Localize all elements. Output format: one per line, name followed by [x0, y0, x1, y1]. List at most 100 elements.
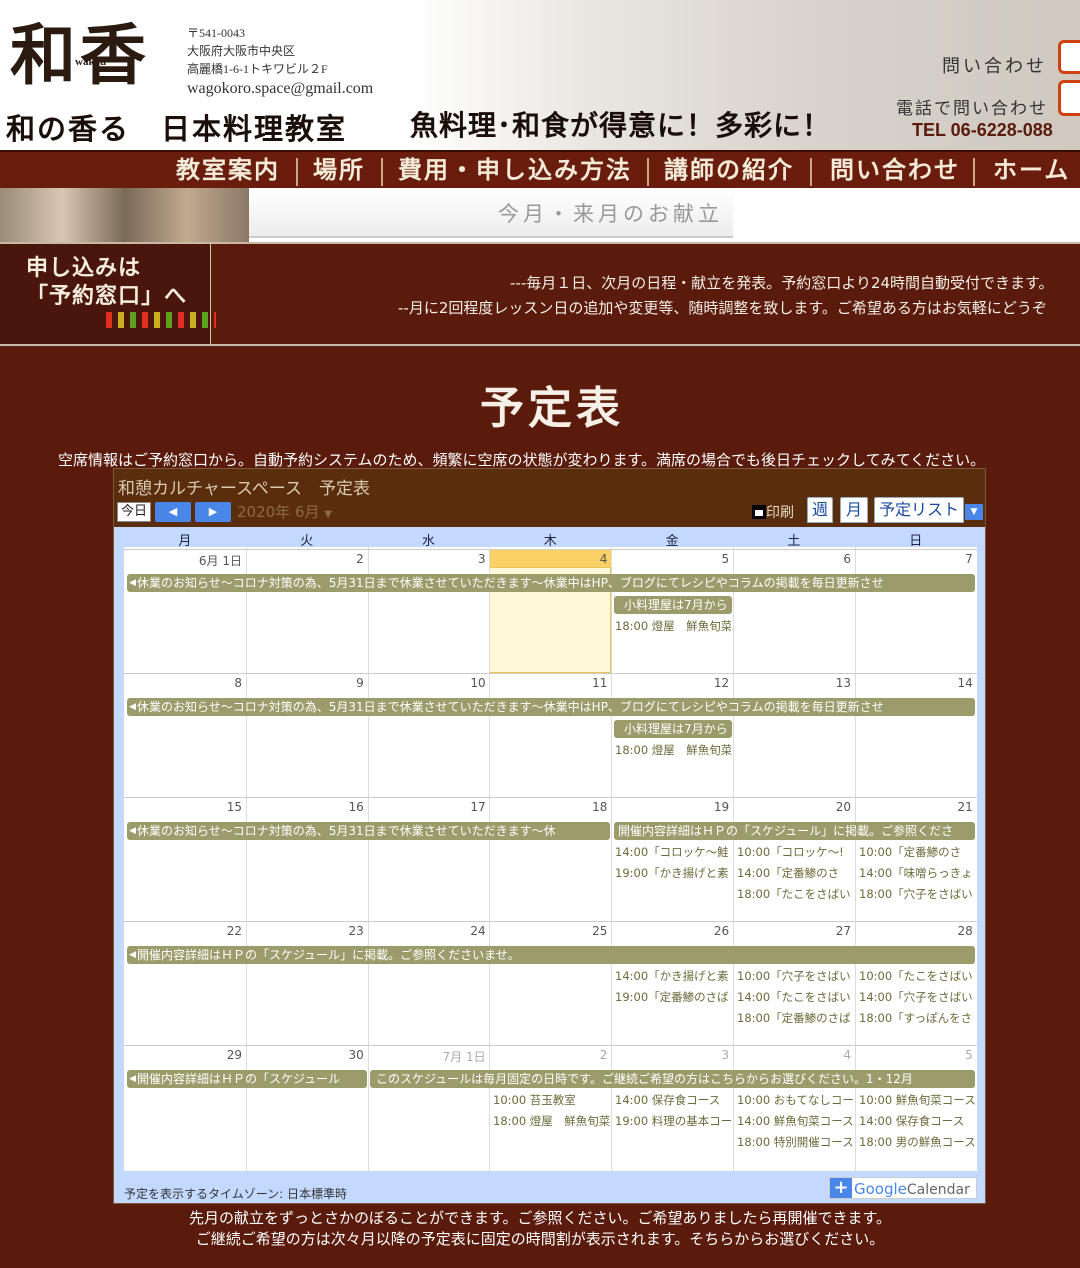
- date-number[interactable]: 4: [733, 1048, 851, 1062]
- date-number[interactable]: 14: [855, 676, 973, 690]
- date-number[interactable]: 8: [124, 676, 242, 690]
- date-number[interactable]: 3: [611, 1048, 730, 1062]
- event-item[interactable]: 14:00 保存食コース: [615, 1092, 732, 1108]
- event-bar[interactable]: 小料理屋は7月から: [614, 720, 732, 738]
- event-bar[interactable]: ◀ 開催内容詳細はＨＰの「スケジュール: [127, 1070, 367, 1088]
- event-item[interactable]: 10:00「たこをさばい: [859, 968, 976, 984]
- week-view-tab[interactable]: 週: [807, 497, 833, 523]
- event-item[interactable]: 19:00 料理の基本コース: [615, 1113, 732, 1129]
- nav-item-instructor[interactable]: 講師の紹介: [664, 152, 794, 188]
- date-number[interactable]: 28: [855, 924, 973, 938]
- event-item[interactable]: 14:00 鮮魚旬菜コース: [737, 1113, 854, 1129]
- date-number[interactable]: 22: [124, 924, 242, 938]
- date-number[interactable]: 16: [246, 800, 364, 814]
- event-item[interactable]: 14:00「定番鯵のさ: [737, 865, 854, 881]
- site-logo[interactable]: 和香: [10, 2, 150, 98]
- event-item[interactable]: 14:00「たこをさばい: [737, 989, 854, 1005]
- date-number[interactable]: 9: [246, 676, 364, 690]
- event-item[interactable]: 18:00「すっぽんをさ: [859, 1010, 976, 1026]
- date-number[interactable]: 23: [246, 924, 364, 938]
- event-item[interactable]: 14:00「穴子をさばい: [859, 989, 976, 1005]
- menu-banner-title[interactable]: 今月・来月のお献立: [498, 198, 723, 228]
- month-picker[interactable]: 2020年 6月 ▼: [237, 501, 332, 522]
- event-bar[interactable]: 小料理屋は7月から: [614, 596, 732, 614]
- mail-icon[interactable]: [1058, 40, 1080, 74]
- google-calendar-button[interactable]: + GoogleCalendar: [829, 1177, 977, 1199]
- date-number[interactable]: 10: [368, 676, 485, 690]
- date-number[interactable]: 4: [489, 552, 608, 566]
- event-item[interactable]: 18:00「穴子をさばい: [859, 886, 976, 902]
- event-item[interactable]: 10:00 鮮魚旬菜コース: [859, 1092, 976, 1108]
- event-item[interactable]: 14:00「味噌らっきょ: [859, 865, 976, 881]
- date-number[interactable]: 13: [733, 676, 851, 690]
- event-item[interactable]: 10:00「コロッケ～!: [737, 844, 854, 860]
- printer-icon: [752, 505, 766, 519]
- event-item[interactable]: 18:00 特別開催コース: [737, 1134, 854, 1150]
- next-month-button[interactable]: ▶: [195, 502, 231, 522]
- event-item[interactable]: 10:00「穴子をさばい: [737, 968, 854, 984]
- event-bar[interactable]: 開催内容詳細はＨＰの「スケジュール」に掲載。ご参照くださ: [614, 822, 975, 840]
- date-number[interactable]: 7: [855, 552, 973, 566]
- date-number[interactable]: 2: [489, 1048, 608, 1062]
- event-item[interactable]: 10:00「定番鯵のさ: [859, 844, 976, 860]
- prev-month-button[interactable]: ◀: [155, 502, 191, 522]
- event-bar[interactable]: ◀ 休業のお知らせ～コロナ対策の為、5月31日まで休業させていただきます～休: [127, 822, 610, 840]
- date-number[interactable]: 29: [124, 1048, 242, 1062]
- reservation-link-text[interactable]: 申し込みは 「予約窓口」へ: [26, 254, 187, 310]
- date-number[interactable]: 30: [246, 1048, 364, 1062]
- agenda-view-tab[interactable]: 予定リスト: [874, 497, 964, 523]
- date-number[interactable]: 27: [733, 924, 851, 938]
- date-number[interactable]: 3: [368, 552, 486, 566]
- event-item[interactable]: 18:00 燈屋 鮮魚旬菜: [615, 742, 731, 758]
- date-number[interactable]: 5: [611, 552, 730, 566]
- event-bar[interactable]: ◀ 開催内容詳細はＨＰの「スケジュール」に掲載。ご参照くださいませ。: [127, 946, 975, 964]
- date-number[interactable]: 20: [733, 800, 851, 814]
- date-number[interactable]: 17: [368, 800, 485, 814]
- month-view-tab[interactable]: 月: [840, 497, 868, 523]
- event-item[interactable]: 19:00「定番鯵のさば: [615, 989, 732, 1005]
- nav-item-fees[interactable]: 費用・申し込み方法: [398, 152, 632, 188]
- date-number[interactable]: 19: [611, 800, 729, 814]
- event-item[interactable]: 18:00「定番鯵のさば: [737, 1010, 854, 1026]
- contact-link[interactable]: 問い合わせ: [942, 52, 1047, 78]
- print-button[interactable]: 印刷: [752, 502, 794, 522]
- date-number[interactable]: 7月 1日: [368, 1048, 486, 1065]
- nav-item-contact[interactable]: 問い合わせ: [830, 152, 960, 188]
- date-number[interactable]: 24: [368, 924, 485, 938]
- date-number[interactable]: 2: [246, 552, 364, 566]
- event-bar[interactable]: ◀ 休業のお知らせ～コロナ対策の為、5月31日まで休業させていただきます～休業中は…: [127, 574, 975, 592]
- date-number[interactable]: 25: [489, 924, 607, 938]
- event-item[interactable]: 18:00「たこをさばい: [737, 886, 854, 902]
- event-item[interactable]: 14:00「コロッケ～鮭: [615, 844, 732, 860]
- date-number[interactable]: 15: [124, 800, 242, 814]
- footer-line-2: ご継続ご希望の方は次々月以降の予定表に固定の時間割が表示されます。そちらからお選…: [195, 1230, 885, 1248]
- date-number[interactable]: 6月 1日: [124, 552, 242, 569]
- date-number[interactable]: 21: [855, 800, 973, 814]
- phone-icon[interactable]: [1058, 80, 1080, 116]
- date-number[interactable]: 18: [489, 800, 607, 814]
- phone-number[interactable]: TEL 06-6228-088: [912, 120, 1053, 141]
- event-item[interactable]: 10:00 苔玉教室: [493, 1092, 610, 1108]
- date-number[interactable]: 12: [611, 676, 729, 690]
- event-bar[interactable]: このスケジュールは毎月固定の日時です。ご継続ご希望の方はこちらからお選びください…: [370, 1070, 975, 1088]
- nav-item-home[interactable]: ホーム: [993, 152, 1070, 188]
- event-item[interactable]: 18:00 男の鮮魚コース: [859, 1134, 976, 1150]
- date-number[interactable]: 11: [489, 676, 607, 690]
- date-number[interactable]: 6: [733, 552, 851, 566]
- event-item[interactable]: 14:00「かき揚げと素: [615, 968, 732, 984]
- event-item[interactable]: 14:00 保存食コース: [859, 1113, 976, 1129]
- date-number[interactable]: 26: [611, 924, 729, 938]
- view-dropdown-icon[interactable]: ▼: [965, 504, 983, 520]
- event-item[interactable]: 19:00「かき揚げと素: [615, 865, 732, 881]
- today-button[interactable]: 今日: [117, 502, 151, 522]
- email-address[interactable]: wagokoro.space@gmail.com: [187, 78, 373, 100]
- nav-item-about[interactable]: 教室案内: [176, 152, 280, 188]
- decorative-dots-icon: [106, 312, 216, 328]
- event-item[interactable]: 10:00 おもてなしコース: [737, 1092, 854, 1108]
- event-item[interactable]: 18:00 燈屋 鮮魚旬菜: [615, 618, 731, 634]
- date-number[interactable]: 5: [855, 1048, 973, 1062]
- event-bar[interactable]: ◀ 休業のお知らせ～コロナ対策の為、5月31日まで休業させていただきます～休業中は…: [127, 698, 975, 716]
- nav-item-location[interactable]: 場所: [313, 152, 365, 188]
- calendar-widget: 和憩カルチャースペース 予定表 今日 ◀ ▶ 2020年 6月 ▼ 印刷 週 月…: [113, 468, 986, 1204]
- event-item[interactable]: 18:00 燈屋 鮮魚旬菜: [493, 1113, 610, 1129]
